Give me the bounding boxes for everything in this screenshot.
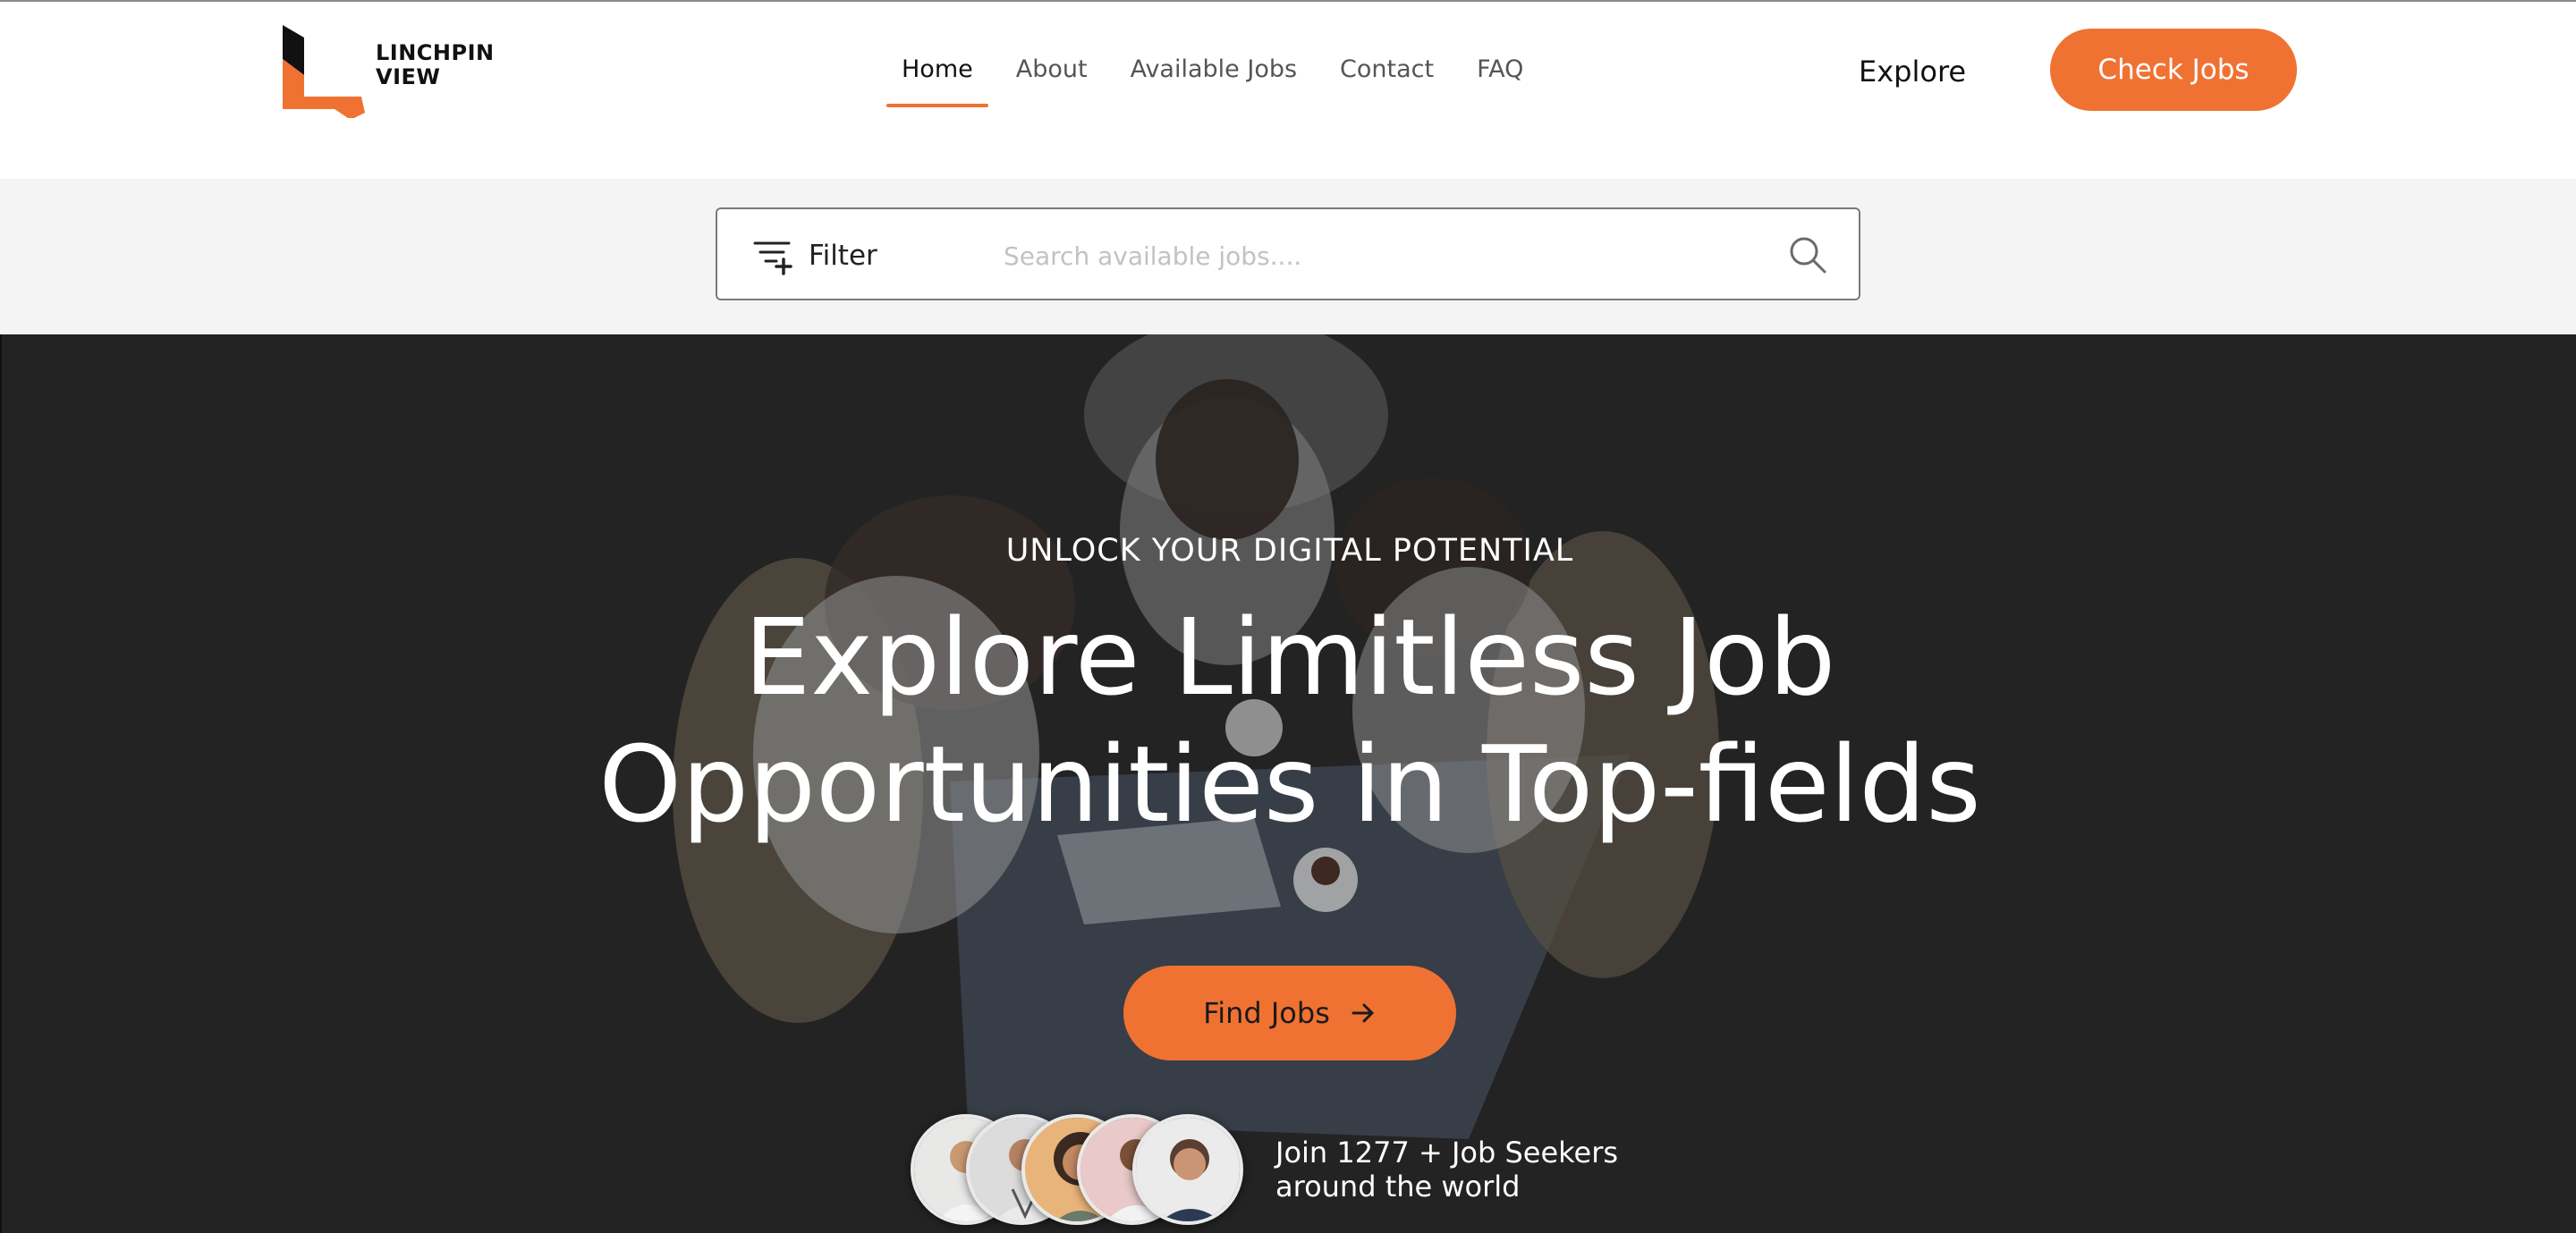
search-bar: Filter [716,207,1860,300]
brand-logo[interactable]: LINCHPIN VIEW [281,23,513,122]
search-icon[interactable] [1787,234,1828,275]
nav-item-available-jobs[interactable]: Available Jobs [1123,54,1304,107]
explore-link[interactable]: Explore [1859,54,1966,89]
check-jobs-button[interactable]: Check Jobs [2050,29,2297,111]
job-seekers-line2: around the world [1275,1170,1521,1203]
search-input[interactable] [1004,231,1737,281]
filter-add-icon [753,241,792,275]
job-seeker-avatars [911,1114,1254,1225]
brand-name: LINCHPIN VIEW [376,41,495,89]
brand-name-line2: VIEW [376,64,441,89]
brand-name-line1: LINCHPIN [376,40,495,65]
find-jobs-label: Find Jobs [1203,996,1330,1030]
hero-section: UNLOCK YOUR DIGITAL POTENTIAL Explore Li… [0,334,2576,1233]
nav-item-contact[interactable]: Contact [1333,54,1441,107]
logo-mark-icon [283,25,365,118]
hero-eyebrow: UNLOCK YOUR DIGITAL POTENTIAL [1005,533,1574,569]
arrow-right-icon [1352,1003,1374,1023]
nav-item-about[interactable]: About [1009,54,1095,107]
search-strip: Filter [0,179,2576,334]
find-jobs-button[interactable]: Find Jobs [1123,966,1456,1060]
filter-label: Filter [809,240,877,272]
job-seekers-line1: Join 1277 + Job Seekers [1275,1136,1619,1170]
site-header: LINCHPIN VIEW Home About Available Jobs … [0,2,2576,179]
main-nav: Home About Available Jobs Contact FAQ [886,54,1559,107]
hero-headline: Explore Limitless Job Opportunities in T… [2,594,2576,848]
job-seekers-count: Join 1277 + Job Seekers around the world [1275,1136,1618,1203]
hero-headline-line1: Explore Limitless Job [743,595,1836,719]
nav-item-home[interactable]: Home [886,54,988,107]
nav-item-faq[interactable]: FAQ [1470,54,1530,107]
filter-button[interactable]: Filter [753,234,877,277]
hero-headline-line2: Opportunities in Top-fields [598,722,1981,846]
avatar [1132,1114,1243,1225]
